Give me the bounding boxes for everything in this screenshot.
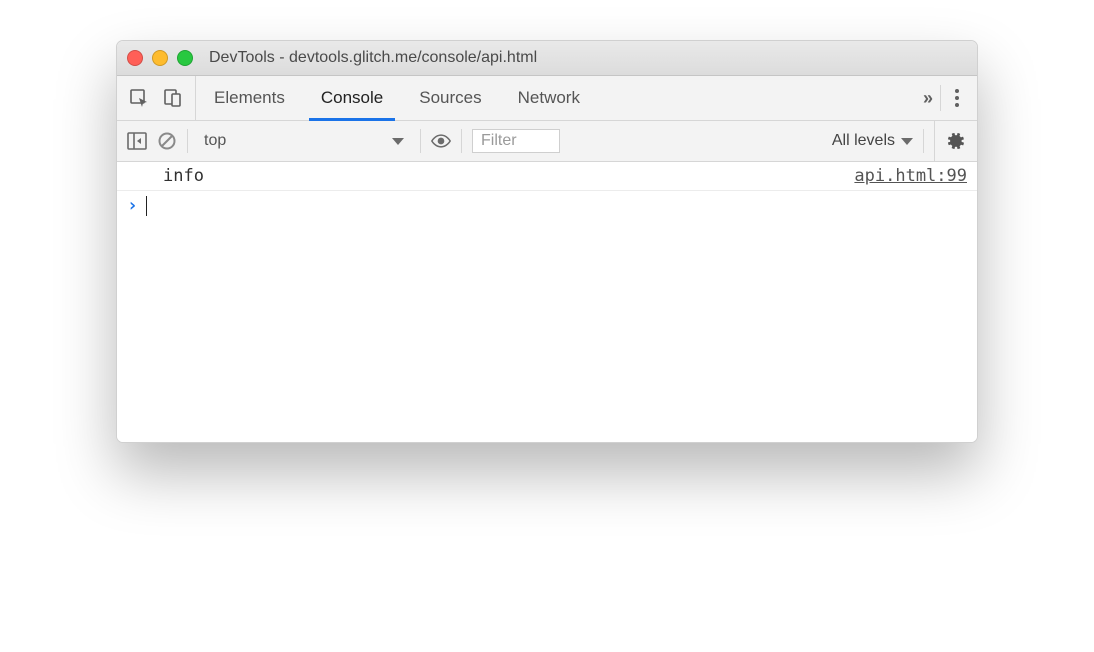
context-selector-label: top <box>204 132 226 150</box>
log-levels-selector[interactable]: All levels <box>832 132 913 150</box>
panel-tabs-bar: Elements Console Sources Network » <box>117 76 977 121</box>
window-controls <box>127 50 193 66</box>
clear-console-icon[interactable] <box>157 131 177 151</box>
window-title: DevTools - devtools.glitch.me/console/ap… <box>209 49 537 67</box>
titlebar: DevTools - devtools.glitch.me/console/ap… <box>117 41 977 76</box>
zoom-window-button[interactable] <box>177 50 193 66</box>
tab-elements[interactable]: Elements <box>196 76 303 120</box>
prompt-chevron-icon: › <box>127 195 138 216</box>
console-prompt[interactable]: › <box>117 191 977 220</box>
settings-menu-icon[interactable] <box>951 85 963 111</box>
context-selector[interactable]: top <box>198 130 410 152</box>
text-cursor <box>146 196 148 216</box>
log-source-link[interactable]: api.html:99 <box>854 166 967 186</box>
log-levels-label: All levels <box>832 132 895 150</box>
tab-sources[interactable]: Sources <box>401 76 499 120</box>
live-expression-icon[interactable] <box>431 131 451 151</box>
more-tabs-icon[interactable]: » <box>923 88 930 109</box>
filter-input[interactable]: Filter <box>472 129 560 153</box>
inspect-element-icon[interactable] <box>129 88 149 108</box>
devtools-window: DevTools - devtools.glitch.me/console/ap… <box>116 40 978 443</box>
minimize-window-button[interactable] <box>152 50 168 66</box>
console-toolbar: top Filter All levels <box>117 121 977 162</box>
console-output: info api.html:99 › <box>117 162 977 442</box>
console-settings-icon[interactable] <box>945 131 965 151</box>
close-window-button[interactable] <box>127 50 143 66</box>
chevron-down-icon <box>901 138 913 145</box>
log-message: info <box>163 166 204 186</box>
tab-network[interactable]: Network <box>500 76 598 120</box>
chevron-down-icon <box>392 138 404 145</box>
tab-console[interactable]: Console <box>303 76 401 120</box>
console-log-entry[interactable]: info api.html:99 <box>117 162 977 191</box>
device-toolbar-icon[interactable] <box>163 88 183 108</box>
toggle-console-sidebar-icon[interactable] <box>127 131 147 151</box>
panel-tabs: Elements Console Sources Network <box>196 76 598 120</box>
